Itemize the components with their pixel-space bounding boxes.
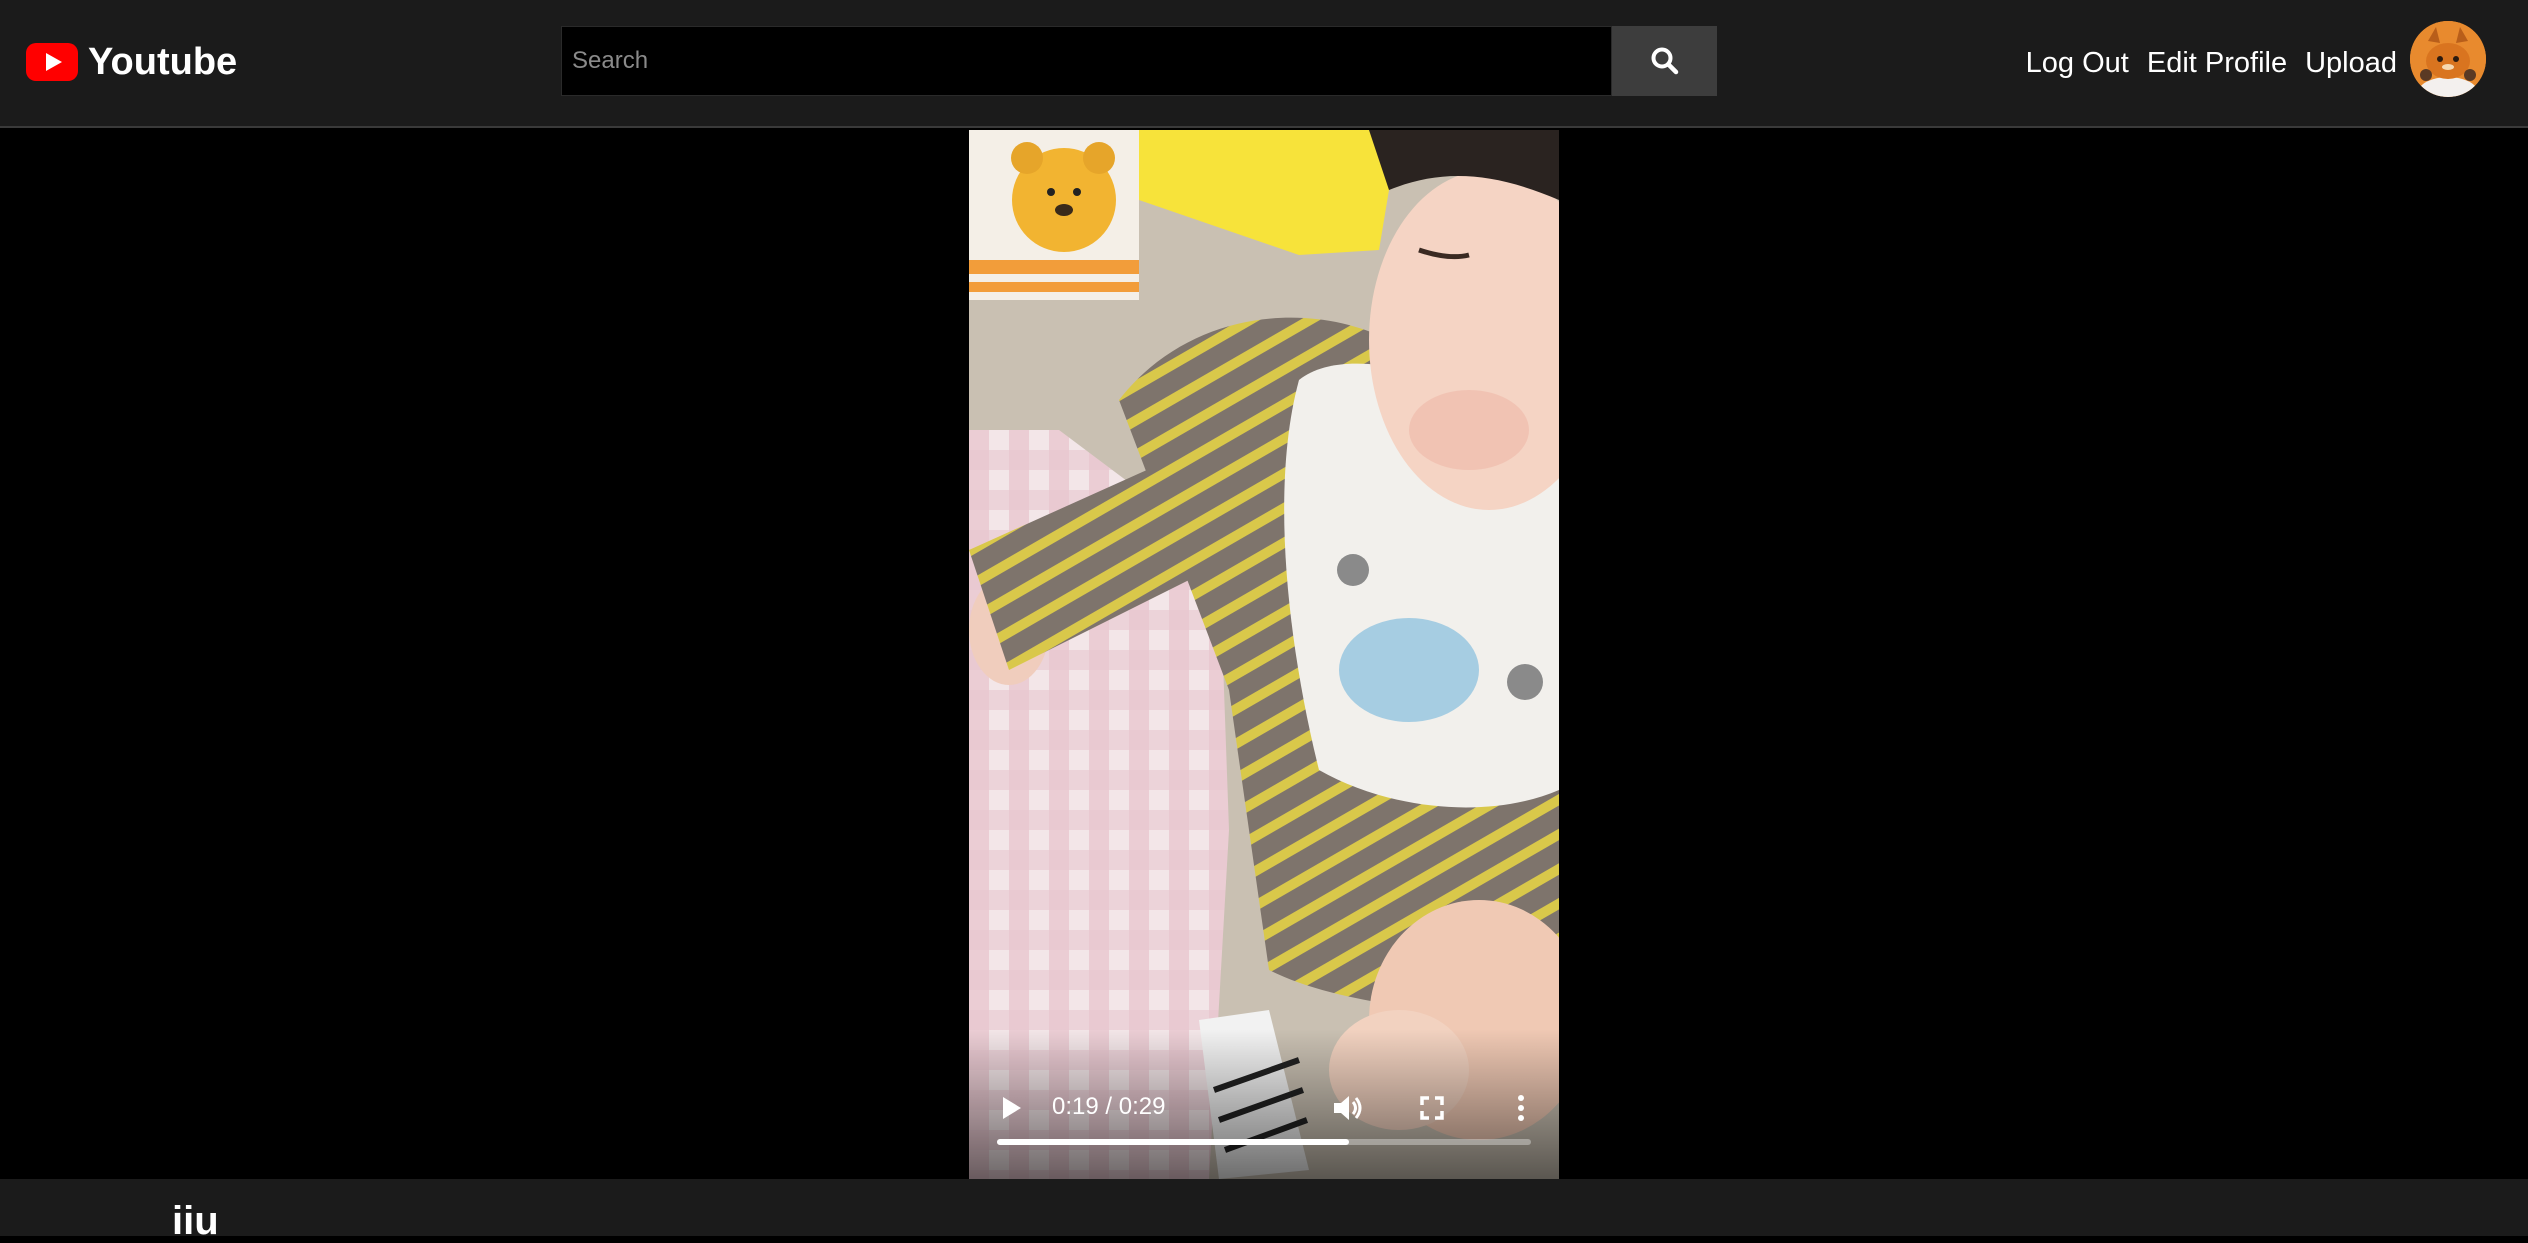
edit-profile-link[interactable]: Edit Profile — [2147, 47, 2287, 80]
fullscreen-button[interactable] — [1417, 1093, 1447, 1123]
search-icon — [1651, 47, 1678, 75]
play-button[interactable] — [997, 1093, 1027, 1123]
fullscreen-icon — [1420, 1096, 1444, 1120]
video-controls: 0:19 / 0:29 — [969, 1029, 1559, 1179]
progress-fill — [997, 1139, 1350, 1145]
youtube-logo-icon — [26, 43, 78, 81]
avatar-character-image — [2410, 21, 2486, 97]
more-options-button[interactable] — [1511, 1091, 1531, 1125]
brand-home-link[interactable]: Youtube — [26, 38, 237, 86]
volume-icon — [1334, 1096, 1362, 1120]
video-area: 0:19 / 0:29 — [0, 130, 2528, 1179]
video-info-bar: iiu — [0, 1179, 2528, 1241]
nav-links: Log Out Edit Profile Upload — [2026, 40, 2397, 86]
upload-link[interactable]: Upload — [2305, 47, 2397, 80]
play-icon — [1003, 1097, 1021, 1119]
search-input[interactable] — [561, 26, 1612, 96]
search-bar — [561, 26, 1717, 96]
video-player[interactable]: 0:19 / 0:29 — [969, 130, 1559, 1179]
avatar[interactable] — [2410, 21, 2486, 97]
top-navbar: Youtube Log Out Edit Profile Upload — [0, 0, 2528, 128]
search-button[interactable] — [1612, 26, 1717, 96]
video-title: iiu — [172, 1199, 219, 1243]
time-display: 0:19 / 0:29 — [1052, 1093, 1166, 1120]
logout-link[interactable]: Log Out — [2026, 47, 2129, 80]
progress-bar[interactable] — [997, 1139, 1531, 1145]
video-frame-image — [969, 130, 1559, 1179]
more-vertical-icon — [1518, 1095, 1524, 1121]
volume-button[interactable] — [1331, 1091, 1365, 1125]
brand-name: Youtube — [88, 40, 238, 83]
